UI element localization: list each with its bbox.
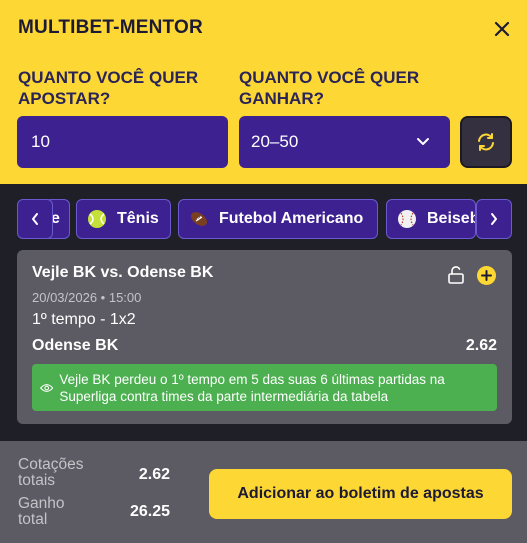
selection-odds: 2.62 [465,337,497,354]
selection-name: Odense BK [32,337,119,354]
baseball-icon [398,210,416,228]
header-panel: MULTIBET-MENTOR QUANTO VOCÊ QUER APOSTAR… [0,0,527,184]
bet-amount-label: QUANTO VOCÊ QUER APOSTAR? [18,68,199,108]
chevron-right-icon [491,213,497,225]
unlock-icon[interactable] [446,265,466,285]
chevron-left-icon [32,213,38,225]
match-title: Vejle BK vs. Odense BK [32,264,214,281]
sport-chip-label: Futebol Americano [219,210,364,227]
total-win-label: Ganho total [18,495,65,528]
add-to-betslip-button[interactable]: Adicionar ao boletim de apostas [209,469,512,519]
win-amount-label: QUANTO VOCÊ QUER GANHAR? [239,68,420,108]
american-football-icon [190,212,208,226]
scroll-left-button[interactable] [17,199,53,239]
bet-amount-value: 10 [31,132,50,151]
sport-chip-tennis[interactable]: Tênis [76,199,171,239]
bet-amount-input[interactable]: 10 [17,116,228,168]
scroll-right-button[interactable] [476,199,512,239]
total-odds-label: Cotações totais [18,456,84,489]
match-datetime: 20/03/2026 • 15:00 [32,290,142,305]
sport-chip-label: Beisebol [427,210,475,227]
tennis-ball-icon [88,210,106,228]
insight-banner: Vejle BK perdeu o 1º tempo em 5 das suas… [32,364,497,411]
sport-chip-label: Tênis [117,210,159,227]
win-range-select[interactable]: 20–50 [239,116,450,168]
total-win-value: 26.25 [129,503,170,520]
market-name: 1º tempo - 1x2 [32,311,136,328]
refresh-button[interactable] [460,116,512,168]
sport-chip-american-football[interactable]: Futebol Americano [178,199,378,239]
total-odds-value: 2.62 [138,466,170,483]
bet-card: Vejle BK vs. Odense BK 20/03/2026 • 15:0… [17,250,512,424]
chevron-down-icon [417,138,429,145]
win-range-value: 20–50 [251,132,299,151]
insight-text: Vejle BK perdeu o 1º tempo em 5 das suas… [59,371,445,404]
add-icon[interactable] [477,266,496,285]
app-title: MULTIBET-MENTOR [18,17,203,38]
sport-chip-baseball[interactable]: Beisebol [386,199,476,239]
eye-icon [40,383,54,392]
refresh-icon [478,133,494,151]
close-icon[interactable] [488,15,516,43]
